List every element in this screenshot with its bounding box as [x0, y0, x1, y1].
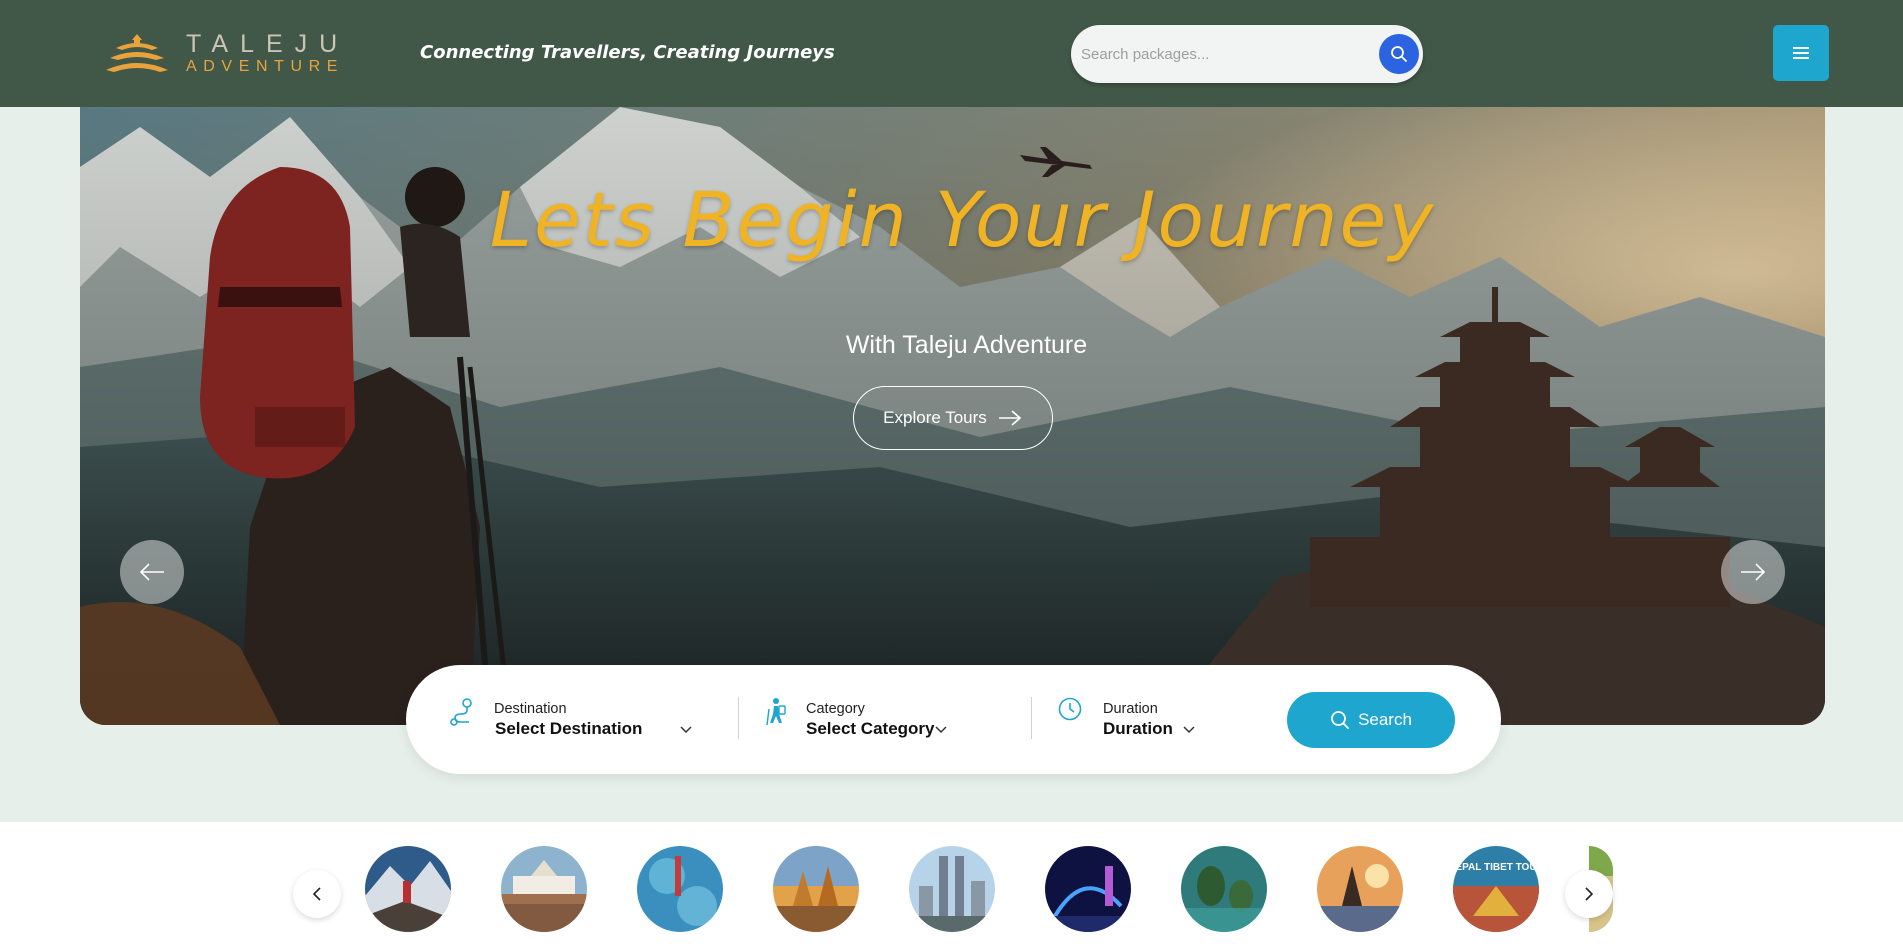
destination-carousel: NEPAL TIBET TOUR	[0, 822, 1903, 946]
tour-filter-bar: Destination Select Destination Category …	[406, 665, 1501, 774]
filter-search-label: Search	[1358, 710, 1412, 729]
destination-thumb[interactable]	[1181, 846, 1267, 932]
chevron-right-icon	[1585, 887, 1594, 901]
explore-tours-button[interactable]: Explore Tours	[853, 386, 1053, 450]
tagline: Connecting Travellers, Creating Journeys	[420, 42, 835, 63]
duration-value: Duration	[1103, 719, 1173, 738]
arrow-left-icon	[139, 563, 164, 581]
chevron-left-icon	[312, 887, 321, 901]
arrow-right-icon	[998, 410, 1022, 426]
clock-icon	[1058, 697, 1082, 721]
search-input[interactable]	[1081, 39, 1351, 69]
destination-thumb[interactable]	[909, 846, 995, 932]
route-icon	[450, 698, 472, 726]
logo[interactable]: TALEJU ADVENTURE	[104, 28, 354, 80]
destination-thumb[interactable]	[501, 846, 587, 932]
destination-thumb[interactable]	[637, 846, 723, 932]
menu-button[interactable]	[1773, 25, 1829, 81]
island-bay-thumbnail	[1181, 846, 1267, 932]
hero-subtitle: With Taleju Adventure	[845, 331, 1088, 359]
logo-text-bottom: ADVENTURE	[186, 58, 345, 75]
category-label: Category	[806, 701, 865, 717]
destination-value: Select Destination	[495, 719, 643, 738]
chevron-down-icon	[935, 726, 947, 734]
pagoda-logo-icon	[106, 34, 168, 72]
destination-thumb[interactable]	[773, 846, 859, 932]
carousel-next-button[interactable]	[1565, 870, 1613, 918]
nepal-tibet-tour-thumbnail: NEPAL TIBET TOUR	[1453, 846, 1539, 932]
lake-temple-thumbnail	[501, 846, 587, 932]
duration-label: Duration	[1103, 701, 1158, 717]
arrow-right-icon	[1741, 563, 1766, 581]
filter-search-button[interactable]: Search	[1287, 692, 1455, 748]
carousel-prev-button[interactable]	[293, 870, 341, 918]
site-header: TALEJU ADVENTURE Connecting Travellers, …	[0, 0, 1903, 107]
destination-thumb[interactable]	[1045, 846, 1131, 932]
destination-label: Destination	[494, 701, 567, 717]
search-icon	[1331, 711, 1349, 729]
chevron-down-icon	[1183, 726, 1195, 734]
temple-sunset-thumbnail	[773, 846, 859, 932]
search-button[interactable]	[1379, 34, 1419, 74]
nepal-tibet-tour-label: NEPAL TIBET TOUR	[1453, 862, 1539, 873]
search-icon	[1391, 46, 1407, 62]
hero-title: Lets Begin Your Journey	[489, 175, 1436, 264]
climbing-thumbnail	[637, 846, 723, 932]
explore-tours-label: Explore Tours	[883, 408, 987, 427]
hiker-icon	[766, 698, 786, 726]
destination-thumb[interactable]: NEPAL TIBET TOUR	[1453, 846, 1539, 932]
chevron-down-icon	[680, 726, 692, 734]
city-towers-thumbnail	[909, 846, 995, 932]
duration-filter[interactable]: Duration Duration	[1057, 697, 1217, 747]
hero-prev-button[interactable]	[120, 540, 184, 604]
category-value: Select Category	[806, 719, 935, 738]
mountain-climber-thumbnail	[365, 846, 451, 932]
destination-filter[interactable]: Destination Select Destination	[449, 697, 692, 747]
package-search	[1071, 25, 1423, 83]
hero-banner: Lets Begin Your Journey With Taleju Adve…	[80, 107, 1825, 725]
logo-text-top: TALEJU	[186, 30, 350, 58]
destination-thumb[interactable]	[1317, 846, 1403, 932]
filter-divider	[738, 697, 739, 739]
filter-divider	[1031, 697, 1032, 739]
hamburger-menu-icon	[1793, 47, 1809, 59]
water-temple-thumbnail	[1317, 846, 1403, 932]
category-filter[interactable]: Category Select Category	[764, 697, 964, 747]
hero-next-button[interactable]	[1721, 540, 1785, 604]
destination-thumb[interactable]	[365, 846, 451, 932]
night-city-thumbnail	[1045, 846, 1131, 932]
